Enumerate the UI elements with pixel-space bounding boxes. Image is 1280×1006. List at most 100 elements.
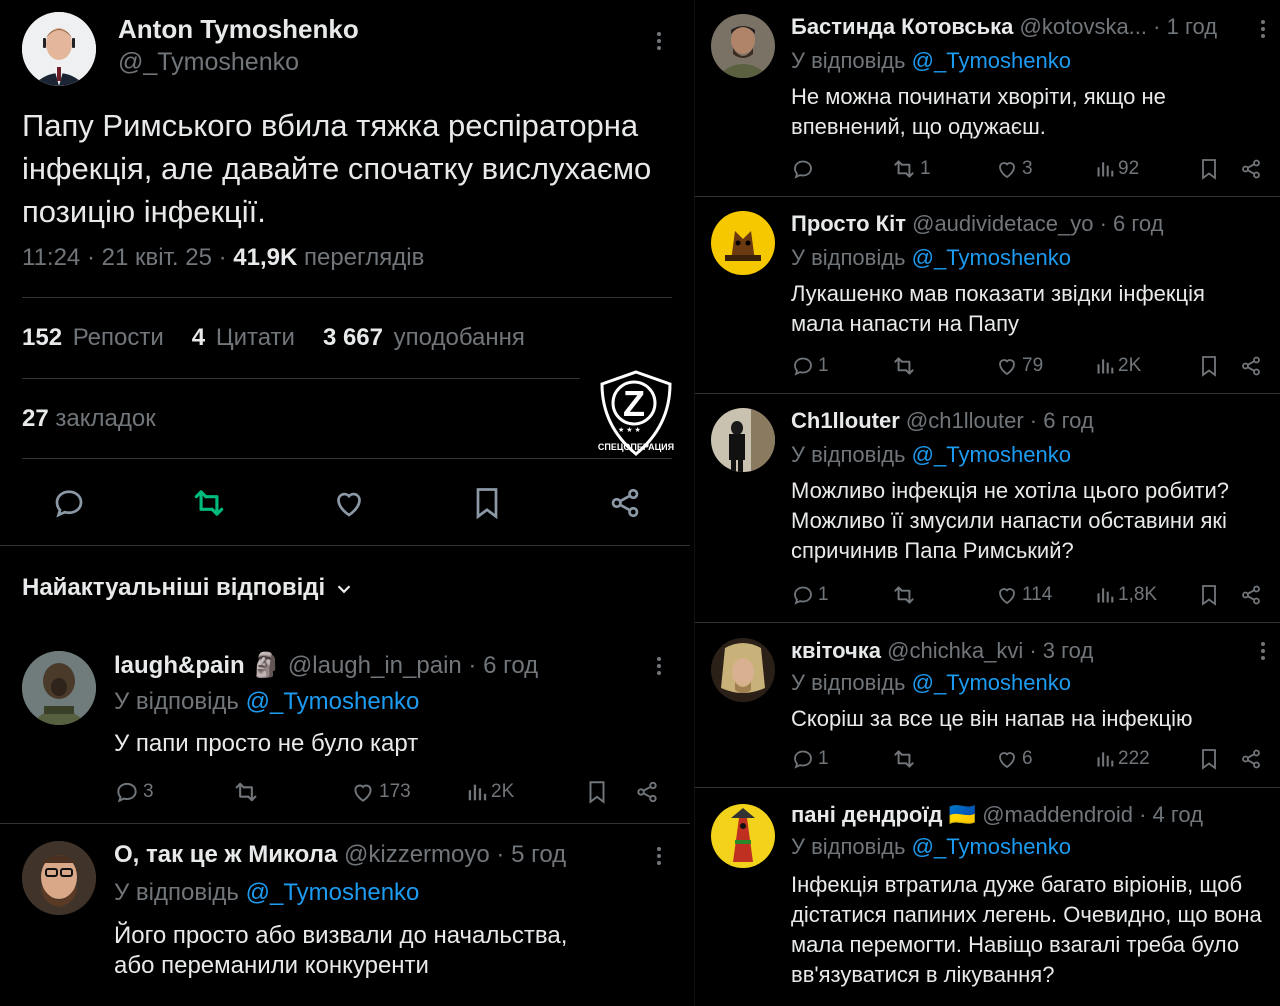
bookmark-button[interactable] bbox=[1197, 580, 1221, 610]
reply-item[interactable]: Просто Кіт @audividetace_yo · 6 год У ві… bbox=[695, 197, 1280, 393]
reply-time[interactable]: · 6 год bbox=[468, 652, 538, 679]
views-count: 41,9K bbox=[233, 244, 298, 271]
reply-to-handle[interactable]: @_Tymoshenko bbox=[912, 442, 1071, 467]
reply-button[interactable]: 1 bbox=[791, 744, 829, 774]
reply-avatar[interactable] bbox=[711, 804, 775, 868]
reply-time[interactable]: · 6 год bbox=[1100, 211, 1164, 236]
repost-button[interactable] bbox=[184, 478, 234, 528]
reply-author-handle[interactable]: @maddendroid bbox=[982, 802, 1133, 827]
reply-author-name[interactable]: laugh&pain bbox=[114, 652, 245, 679]
reply-item[interactable]: пані дендроїд 🇺🇦 @maddendroid · 4 год У … bbox=[695, 788, 1280, 1006]
reply-time[interactable]: · 5 год bbox=[496, 841, 566, 868]
reply-author-handle[interactable]: @kizzermoyo bbox=[344, 841, 490, 868]
reply-item[interactable]: laugh&pain 🗿 @laugh_in_pain · 6 год У ві… bbox=[0, 645, 690, 825]
quotes-stat[interactable]: 4 Цитати bbox=[192, 324, 299, 351]
share-button[interactable] bbox=[1239, 744, 1263, 774]
repost-button[interactable] bbox=[891, 351, 920, 381]
views-button[interactable]: 2K bbox=[466, 777, 514, 807]
reply-header: laugh&pain 🗿 @laugh_in_pain · 6 год bbox=[114, 651, 538, 680]
reply-author-handle[interactable]: @audividetace_yo bbox=[912, 211, 1093, 236]
reply-author-handle[interactable]: @laugh_in_pain bbox=[288, 652, 462, 679]
repost-button[interactable] bbox=[891, 744, 920, 774]
more-options-icon[interactable] bbox=[657, 847, 661, 865]
reply-to-handle[interactable]: @_Tymoshenko bbox=[912, 670, 1071, 695]
reply-author-handle[interactable]: @chichka_kvi bbox=[887, 638, 1023, 663]
views-button[interactable]: 92 bbox=[1095, 154, 1139, 184]
reply-time[interactable]: · 3 год bbox=[1029, 638, 1093, 663]
more-options-icon[interactable] bbox=[1261, 642, 1265, 660]
reply-button[interactable] bbox=[44, 478, 94, 528]
bookmark-button[interactable] bbox=[1197, 351, 1221, 381]
like-button[interactable]: 173 bbox=[350, 777, 411, 807]
reply-item[interactable]: Бастинда Котовська @kotovska... · 1 год … bbox=[695, 0, 1280, 196]
repost-button[interactable]: 1 bbox=[891, 154, 931, 184]
views-button[interactable]: 222 bbox=[1095, 744, 1150, 774]
reply-author-name[interactable]: Бастинда Котовська bbox=[791, 14, 1013, 39]
author-name[interactable]: Anton Tymoshenko bbox=[118, 14, 359, 45]
bookmark-button[interactable] bbox=[462, 478, 512, 528]
views-button[interactable]: 1,8K bbox=[1095, 580, 1157, 610]
more-options-icon[interactable] bbox=[657, 657, 661, 675]
reply-author-name[interactable]: Просто Кіт bbox=[791, 211, 906, 236]
bookmark-icon bbox=[1202, 749, 1216, 770]
reply-author-name[interactable]: Ch1llouter bbox=[791, 408, 900, 433]
reply-item[interactable]: Ch1llouter @ch1llouter · 6 год У відпові… bbox=[695, 394, 1280, 622]
bookmark-button[interactable] bbox=[584, 777, 610, 807]
author-avatar[interactable] bbox=[22, 12, 96, 86]
reply-button[interactable]: 1 bbox=[791, 580, 829, 610]
like-button[interactable]: 3 bbox=[995, 154, 1033, 184]
reply-button[interactable]: 1 bbox=[791, 351, 829, 381]
reply-author-name[interactable]: квіточка bbox=[791, 638, 881, 663]
reply-avatar[interactable] bbox=[711, 408, 775, 472]
author-handle[interactable]: @_Tymoshenko bbox=[118, 48, 299, 77]
reply-avatar[interactable] bbox=[22, 651, 96, 725]
reply-button[interactable] bbox=[791, 154, 818, 184]
reply-to-handle[interactable]: @_Tymoshenko bbox=[912, 245, 1071, 270]
views-button[interactable]: 2K bbox=[1095, 351, 1141, 381]
reply-to-handle[interactable]: @_Tymoshenko bbox=[912, 48, 1071, 73]
reply-time[interactable]: · 6 год bbox=[1030, 408, 1094, 433]
bookmark-icon bbox=[589, 781, 605, 804]
reply-to-handle[interactable]: @_Tymoshenko bbox=[912, 834, 1071, 859]
bookmark-button[interactable] bbox=[1197, 154, 1221, 184]
reply-time[interactable]: · 4 год bbox=[1139, 802, 1203, 827]
reply-author-handle[interactable]: @ch1llouter bbox=[906, 408, 1024, 433]
like-button[interactable]: 79 bbox=[995, 351, 1043, 381]
reply-avatar[interactable] bbox=[711, 14, 775, 78]
reply-author-name[interactable]: О, так це ж Микола bbox=[114, 841, 337, 868]
like-button[interactable] bbox=[324, 478, 374, 528]
reply-item[interactable]: О, так це ж Микола @kizzermoyo · 5 год У… bbox=[0, 835, 690, 1006]
reply-header: Бастинда Котовська @kotovska... · 1 год bbox=[791, 14, 1217, 40]
bookmark-button[interactable] bbox=[1197, 744, 1221, 774]
repost-button[interactable] bbox=[891, 580, 920, 610]
like-button[interactable]: 114 bbox=[995, 580, 1052, 610]
reply-to-handle[interactable]: @_Tymoshenko bbox=[246, 688, 420, 715]
like-button[interactable]: 6 bbox=[995, 744, 1033, 774]
replies-sort-dropdown[interactable]: Найактуальніші відповіді bbox=[22, 574, 355, 602]
reposts-stat[interactable]: 152 Репости bbox=[22, 324, 168, 351]
tweet-timestamp[interactable]: 11:24 · 21 квіт. 25 · bbox=[22, 244, 233, 271]
reply-button[interactable]: 3 bbox=[114, 777, 154, 807]
more-options-icon[interactable] bbox=[657, 32, 661, 50]
share-button[interactable] bbox=[1239, 580, 1263, 610]
share-button[interactable] bbox=[1239, 351, 1263, 381]
heart-icon bbox=[354, 784, 372, 802]
reply-time[interactable]: · 1 год bbox=[1153, 14, 1217, 39]
reply-icon bbox=[794, 586, 812, 605]
bookmarks-stat[interactable]: 27 закладок bbox=[22, 405, 156, 433]
share-button[interactable] bbox=[1239, 154, 1263, 184]
share-button[interactable] bbox=[634, 777, 660, 807]
repost-button[interactable] bbox=[232, 777, 263, 807]
reply-avatar[interactable] bbox=[22, 841, 96, 915]
likes-stat[interactable]: 3 667 уподобання bbox=[323, 324, 529, 351]
more-options-icon[interactable] bbox=[1261, 20, 1265, 38]
reply-text: Лукашенко мав показати звідки інфекція м… bbox=[791, 281, 1205, 336]
reply-item[interactable]: квіточка @chichka_kvi · 3 год У відповід… bbox=[695, 622, 1280, 786]
reply-to-handle[interactable]: @_Tymoshenko bbox=[246, 879, 420, 906]
bookmark-icon bbox=[1202, 356, 1216, 377]
reply-author-name[interactable]: пані дендроїд bbox=[791, 802, 943, 827]
reply-avatar[interactable] bbox=[711, 211, 775, 275]
reply-author-handle[interactable]: @kotovska... bbox=[1020, 14, 1148, 39]
reply-avatar[interactable] bbox=[711, 638, 775, 702]
share-button[interactable] bbox=[600, 478, 650, 528]
